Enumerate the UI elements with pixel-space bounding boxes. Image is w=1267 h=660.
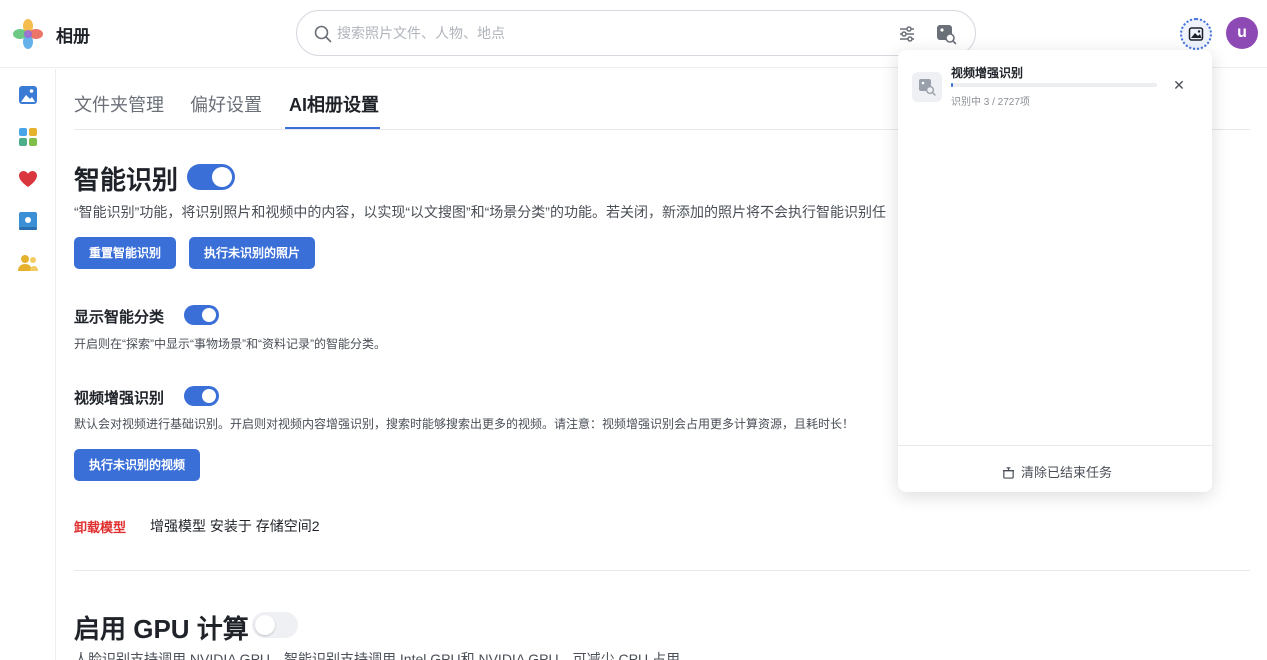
clear-finished-tasks-label: 清除已结束任务 — [1021, 465, 1113, 480]
smart-category-title: 显示智能分类 — [74, 309, 165, 326]
search-input[interactable] — [337, 19, 857, 47]
task-progress-bar — [951, 83, 1157, 87]
task-center-button[interactable] — [1180, 18, 1212, 50]
app-name: 相册 — [56, 27, 90, 46]
filter-icon[interactable] — [897, 24, 917, 44]
smart-recognition-toggle[interactable] — [187, 164, 235, 190]
smart-category-toggle[interactable] — [184, 305, 219, 325]
grid-icon[interactable] — [16, 125, 40, 149]
tab-folder-management[interactable]: 文件夹管理 — [74, 91, 164, 117]
smart-category-description: 开启则在“探索”中显示“事物场景”和“资料记录”的智能分类。 — [74, 337, 386, 351]
task-progress-fill — [951, 83, 954, 87]
video-enhance-description: 默认会对视频进行基础识别。开启则对视频内容增强识别，搜索时能够搜索出更多的视频。… — [74, 417, 855, 431]
gpu-title: 启用 GPU 计算 — [74, 614, 249, 644]
task-panel: 视频增强识别 识别中 3 / 2727项 ✕ 清除已结束任务 — [898, 50, 1212, 492]
reset-recognition-button[interactable]: 重置智能识别 — [74, 237, 177, 269]
shared-album-icon[interactable] — [16, 209, 40, 233]
search-bar[interactable] — [296, 10, 976, 56]
smart-recognition-description: “智能识别”功能，将识别照片和视频中的内容，以实现“以文搜图”和“场景分类”的功… — [74, 204, 886, 220]
uninstall-model-link[interactable]: 卸载模型 — [74, 517, 126, 536]
active-tab-indicator — [285, 127, 380, 129]
avatar[interactable]: u — [1226, 17, 1258, 49]
tab-preferences[interactable]: 偏好设置 — [190, 91, 262, 117]
heart-icon[interactable] — [16, 167, 40, 191]
task-thumbnail — [912, 72, 942, 102]
sidebar — [0, 69, 56, 660]
image-icon — [1188, 27, 1204, 41]
video-enhance-toggle[interactable] — [184, 386, 219, 406]
section-divider — [74, 570, 1250, 571]
run-unrecognized-photos-button[interactable]: 执行未识别的照片 — [189, 237, 316, 269]
task-panel-footer: 清除已结束任务 — [898, 445, 1212, 492]
image-search-icon[interactable] — [935, 23, 957, 45]
tab-ai-album-settings[interactable]: AI相册设置 — [289, 91, 379, 117]
image-search-icon — [919, 79, 936, 96]
clear-icon — [1002, 467, 1015, 479]
gpu-toggle[interactable] — [252, 612, 298, 638]
photos-flower-logo — [13, 19, 43, 49]
video-enhance-title: 视频增强识别 — [74, 390, 165, 407]
search-icon — [314, 25, 332, 43]
task-status: 识别中 3 / 2727项 — [951, 97, 1030, 108]
people-icon[interactable] — [16, 251, 40, 275]
run-unrecognized-videos-button[interactable]: 执行未识别的视频 — [74, 449, 201, 481]
model-install-info: 增强模型 安装于 存储空间2 — [150, 518, 320, 534]
close-icon[interactable]: ✕ — [1170, 76, 1188, 94]
smart-recognition-title: 智能识别 — [74, 165, 179, 195]
image-icon[interactable] — [16, 83, 40, 107]
task-title: 视频增强识别 — [951, 66, 1024, 80]
gpu-description: 人脸识别支持调用 NVIDIA GPU，智能识别支持调用 Intel GPU和 … — [74, 651, 680, 660]
clear-finished-tasks-button[interactable]: 清除已结束任务 — [1002, 462, 1112, 481]
